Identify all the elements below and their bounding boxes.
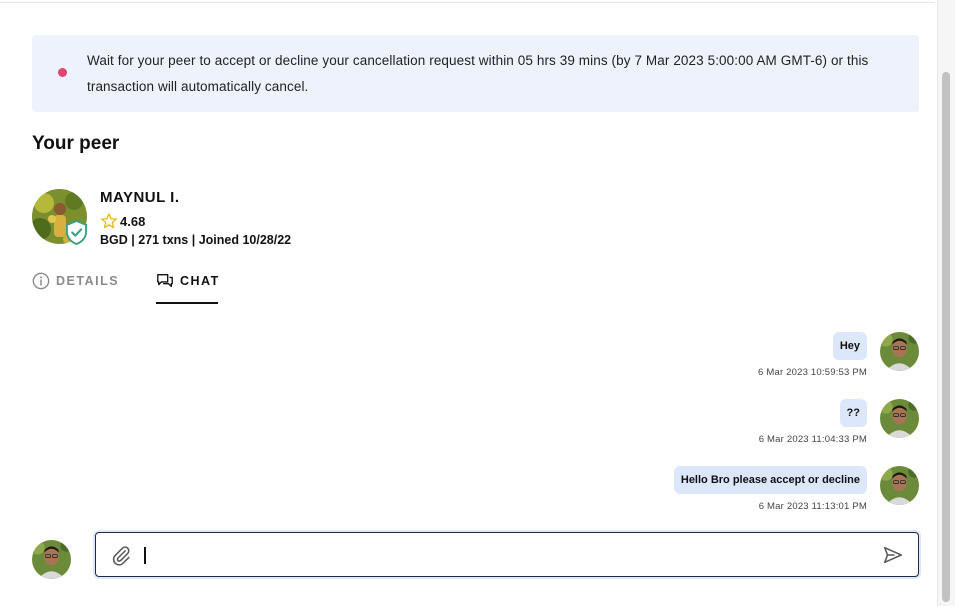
paperclip-icon[interactable] [110,544,132,566]
message-timestamp: 6 Mar 2023 11:04:33 PM [758,434,867,445]
star-icon [101,213,117,229]
active-tab-indicator [156,302,218,304]
send-icon[interactable] [882,544,904,566]
peer-stats: BGD | 271 txns | Joined 10/28/22 [100,233,292,247]
info-icon [32,272,50,290]
tab-chat-label: CHAT [180,274,220,288]
status-dot [58,68,67,77]
notice-text: Wait for your peer to accept or decline … [87,53,869,94]
chat-message: Hey 6 Mar 2023 10:59:53 PM [758,332,919,378]
my-avatar-image [32,540,71,579]
chat-message: ?? 6 Mar 2023 11:04:33 PM [759,399,919,445]
sender-avatar[interactable] [880,466,919,505]
cancellation-notice: Wait for your peer to accept or decline … [32,35,919,112]
sender-avatar-image [880,332,919,371]
chat-bubbles-icon [157,274,173,288]
scrollbar[interactable] [937,0,955,606]
sender-avatar[interactable] [880,399,919,438]
message-bubble: ?? [839,399,867,427]
chat-message: Hello Bro please accept or decline 6 Mar… [673,466,919,512]
peer-rating: 4.68 [100,212,145,230]
sender-avatar-image [880,399,919,438]
scrollbar-thumb[interactable] [942,72,950,602]
message-timestamp: 6 Mar 2023 11:13:01 PM [758,501,867,512]
sender-avatar-image [880,466,919,505]
shield-check-icon [65,220,88,245]
message-composer [95,532,919,577]
text-caret [144,547,146,564]
message-bubble: Hello Bro please accept or decline [673,466,867,494]
message-bubble: Hey [832,332,867,360]
top-divider [0,0,935,3]
rating-value: 4.68 [120,213,146,229]
my-avatar[interactable] [32,540,71,579]
sender-avatar[interactable] [880,332,919,371]
message-timestamp: 6 Mar 2023 10:59:53 PM [758,367,867,378]
peer-name[interactable]: MAYNUL I. [100,189,180,206]
tab-details-label: DETAILS [56,274,120,288]
tab-details[interactable]: DETAILS [32,272,119,290]
tab-chat[interactable]: CHAT [156,272,220,290]
peer-heading: Your peer [32,133,120,154]
message-input[interactable] [142,543,862,567]
